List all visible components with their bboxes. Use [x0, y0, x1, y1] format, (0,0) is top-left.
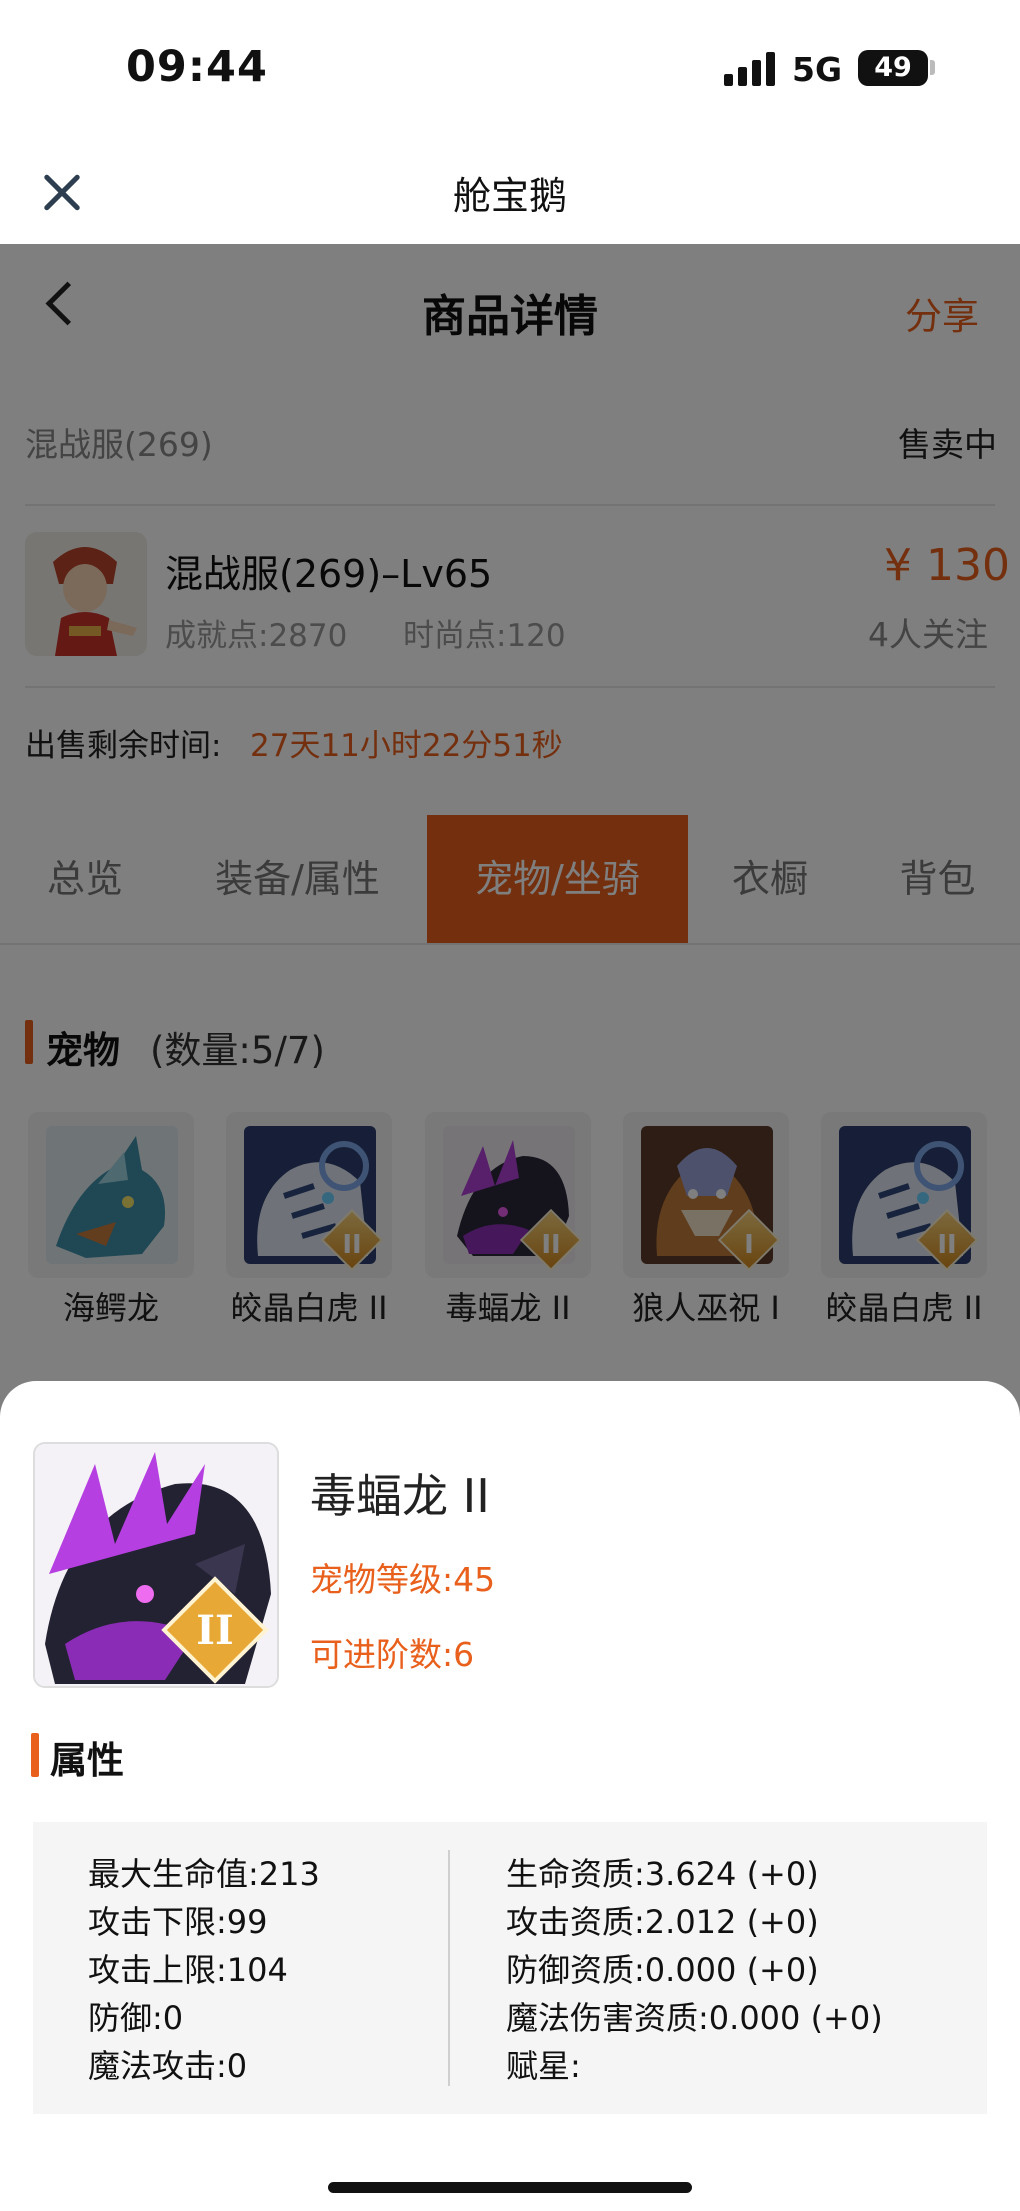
- attr-defense-aptitude: 防御资质:0.000 (+0): [506, 1951, 819, 1989]
- attr-star: 赋星:: [506, 2047, 581, 2085]
- venom-dragon-image: II: [33, 1442, 279, 1688]
- home-indicator[interactable]: [328, 2182, 692, 2193]
- right-attributes: 生命资质:3.624 (+0) 攻击资质:2.012 (+0) 防御资质:0.0…: [506, 1850, 883, 2090]
- attr-defense: 防御:0: [88, 1999, 184, 2037]
- attr-attack-min: 攻击下限:99: [88, 1903, 268, 1941]
- pet-advance-count: 可进阶数:6: [310, 1635, 475, 1674]
- attr-attack-aptitude: 攻击资质:2.012 (+0): [506, 1903, 819, 1941]
- grade-badge-label: II: [196, 1607, 233, 1654]
- pet-detail-name: 毒蝠龙 II: [310, 1469, 490, 1523]
- section-marker: [31, 1733, 39, 1777]
- left-attributes: 最大生命值:213 攻击下限:99 攻击上限:104 防御:0 魔法攻击:0: [88, 1850, 320, 2090]
- pet-level: 宠物等级:45: [310, 1560, 496, 1599]
- attr-magic-attack: 魔法攻击:0: [88, 2047, 248, 2085]
- attributes-divider: [448, 1850, 450, 2086]
- signal-icon: [724, 52, 776, 86]
- attr-hp-aptitude: 生命资质:3.624 (+0): [506, 1855, 819, 1893]
- attr-attack-max: 攻击上限:104: [88, 1951, 288, 1989]
- attr-magic-damage-aptitude: 魔法伤害资质:0.000 (+0): [506, 1999, 883, 2037]
- battery-tip: [930, 60, 935, 75]
- battery-icon: 49: [858, 50, 928, 86]
- attr-max-hp: 最大生命值:213: [88, 1855, 320, 1893]
- network-type: 5G: [792, 50, 843, 89]
- status-time: 09:44: [126, 42, 268, 92]
- webview-title: 舱宝鹅: [452, 174, 567, 218]
- attributes-title: 属性: [50, 1739, 124, 1782]
